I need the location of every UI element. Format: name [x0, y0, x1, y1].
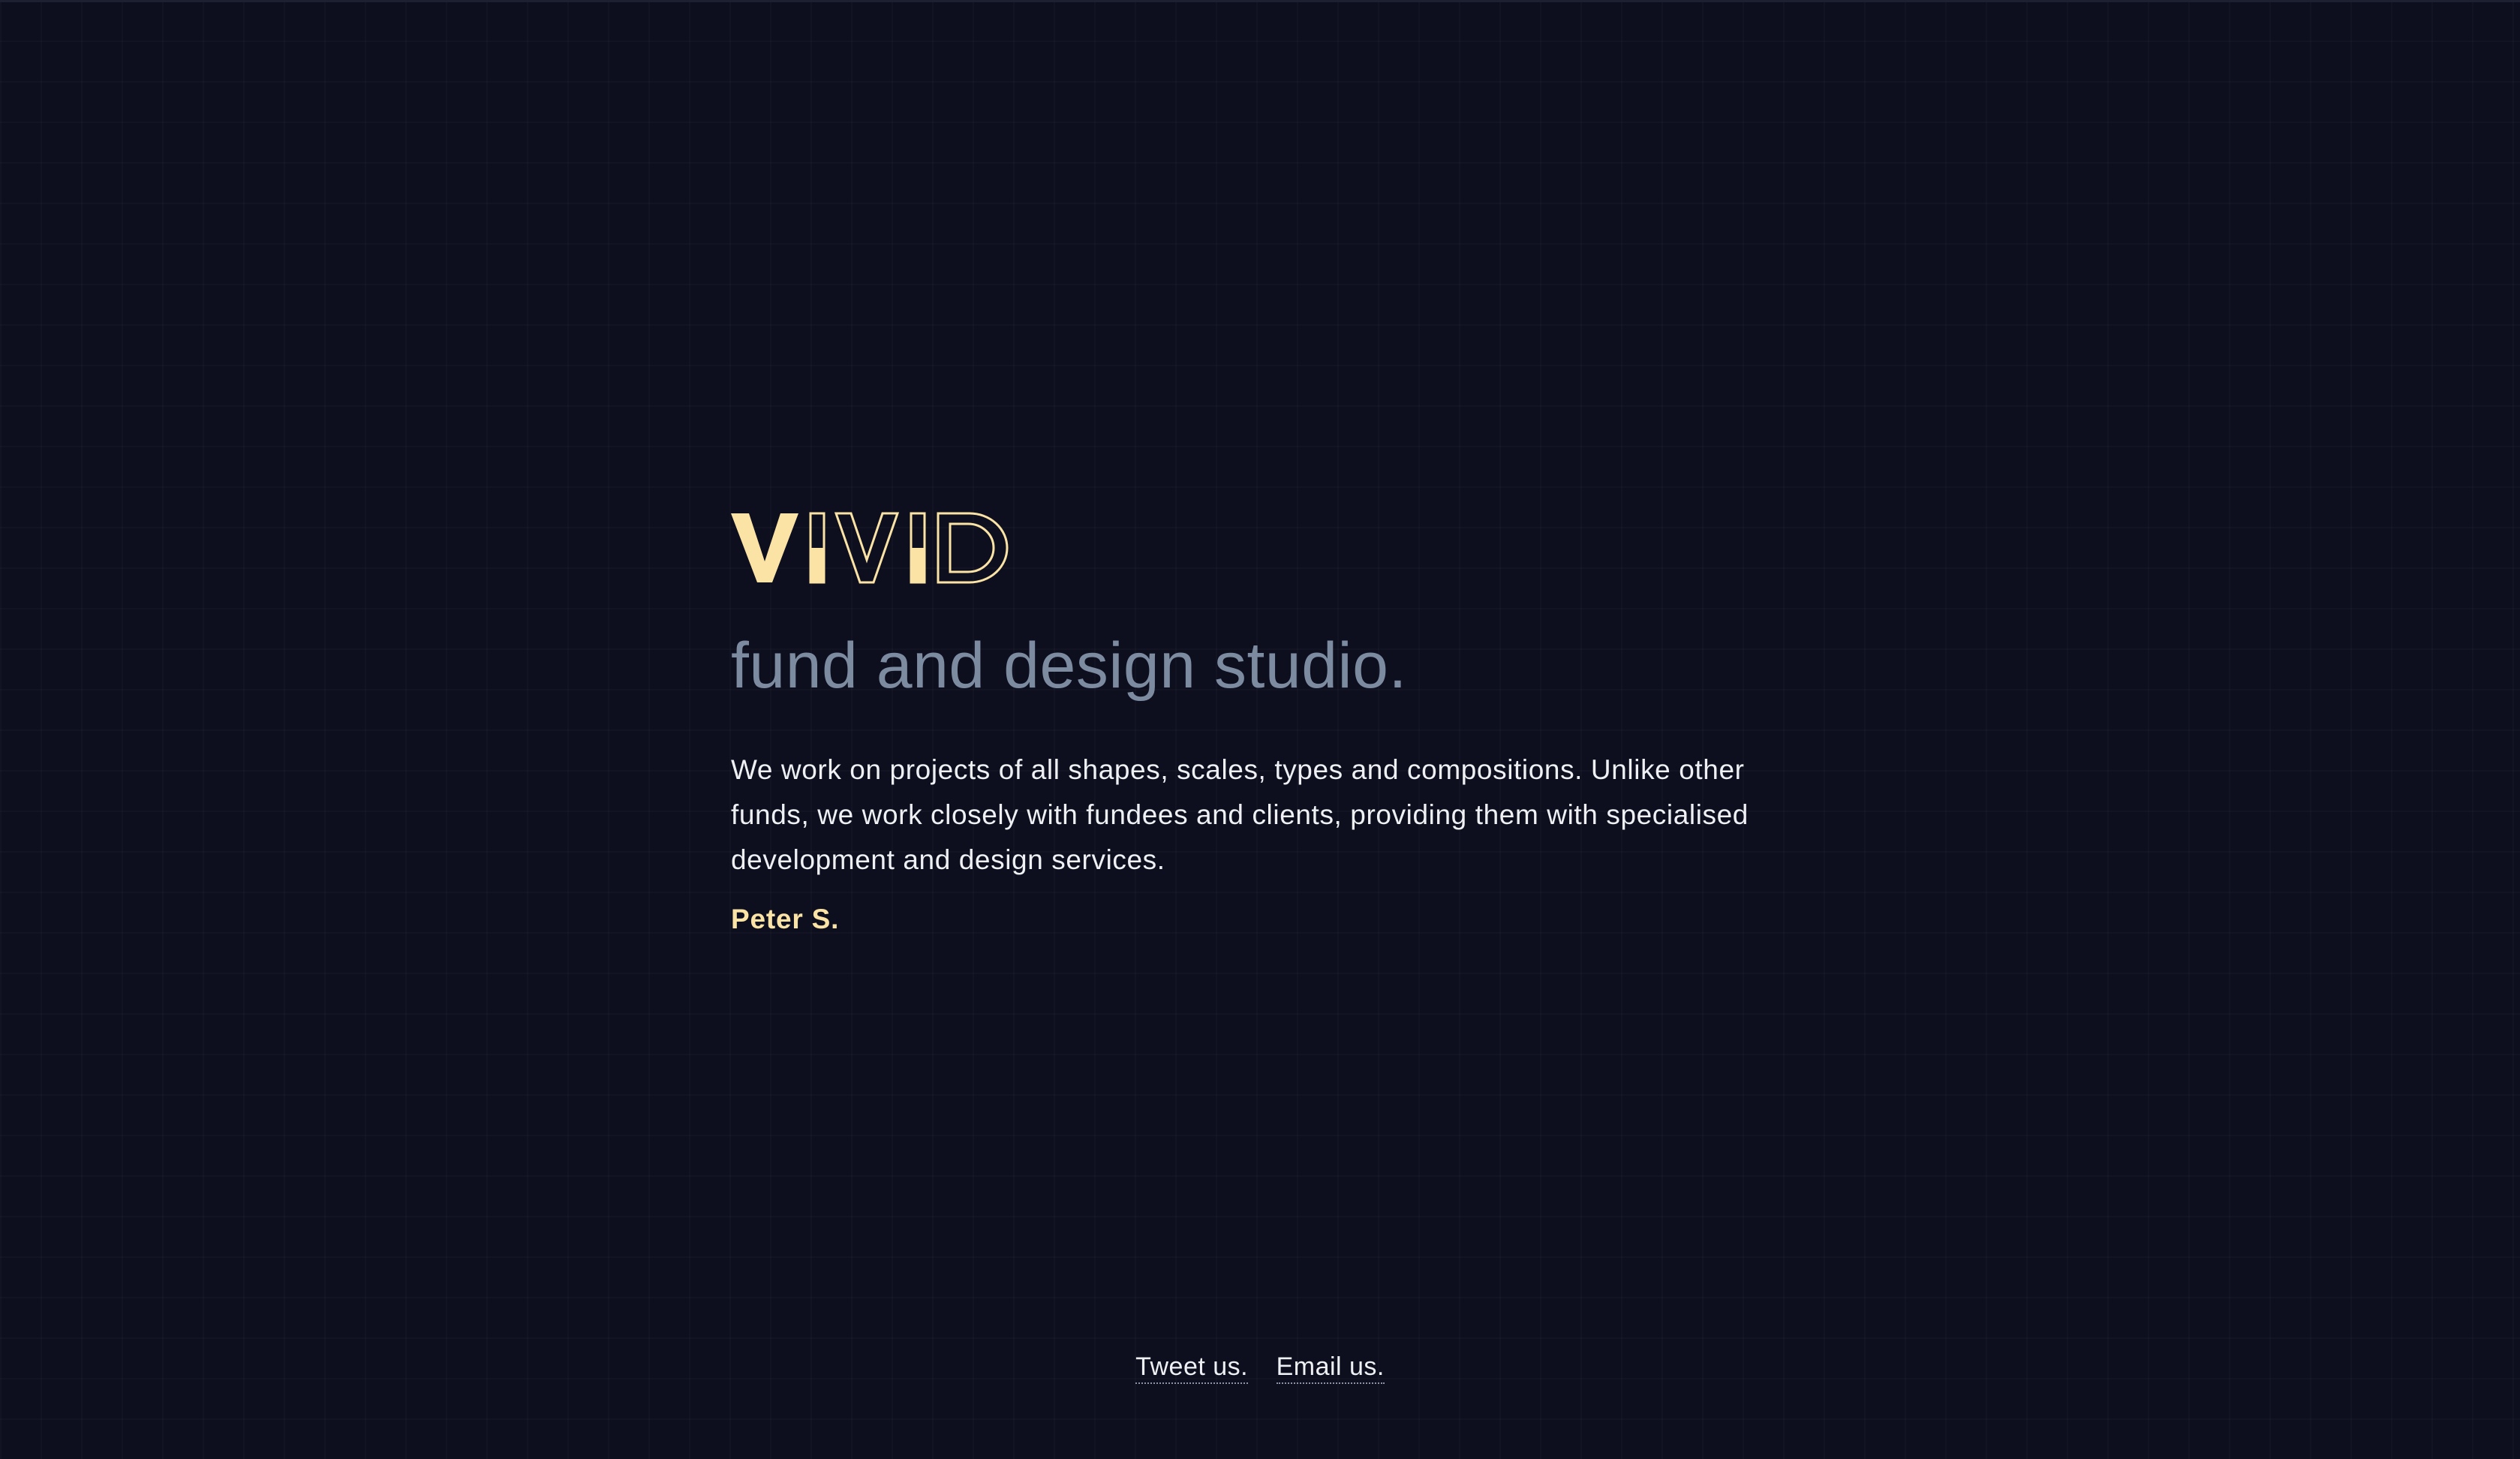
description-text: We work on projects of all shapes, scale…	[731, 754, 1749, 876]
vivid-logo	[731, 512, 1009, 584]
top-border	[0, 0, 2520, 2]
footer: Tweet us. Email us.	[0, 1352, 2520, 1384]
signature: Peter S.	[731, 904, 840, 935]
email-link[interactable]: Email us.	[1276, 1352, 1385, 1384]
tweet-link[interactable]: Tweet us.	[1135, 1352, 1249, 1384]
main-content: fund and design studio. We work on proje…	[731, 510, 1797, 935]
tagline: fund and design studio.	[731, 630, 1407, 702]
